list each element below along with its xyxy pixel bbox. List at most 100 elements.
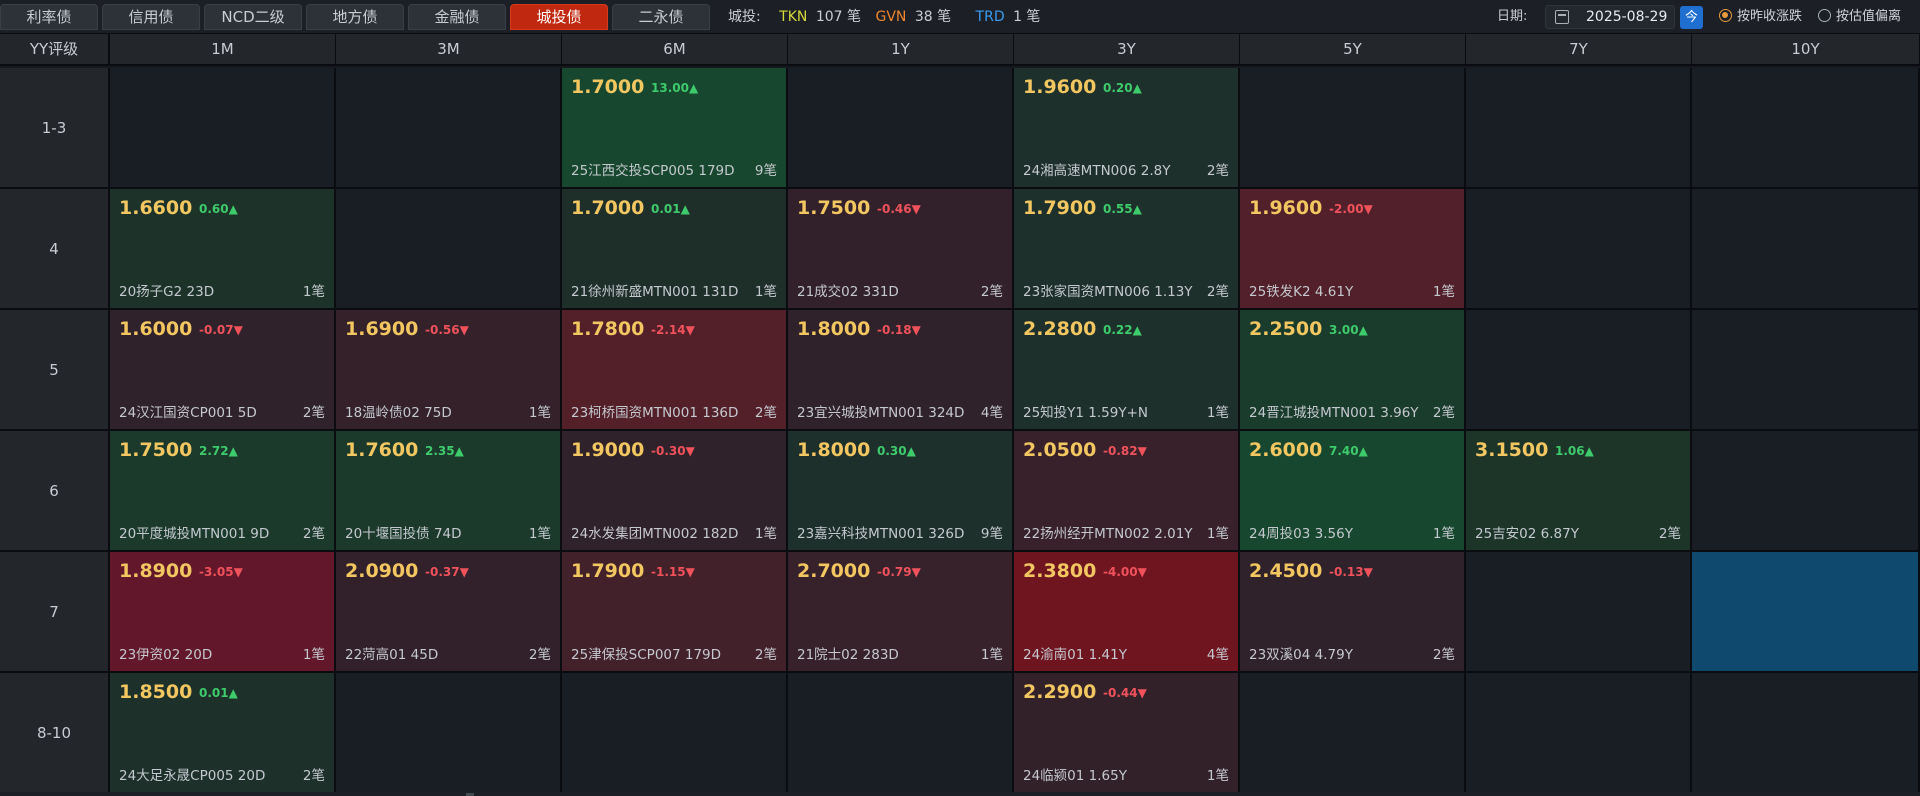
cell-bond-name: 24大足永晟CP005 20D [119,768,266,784]
matrix-cell[interactable] [788,673,1014,794]
cell-bond-name: 24周投03 3.56Y [1249,526,1353,542]
tab-0[interactable]: 利率债 [0,4,98,30]
matrix-cell[interactable]: 1.7900 -1.15▼ 25津保投SCP007 179D 2笔 [562,552,788,673]
matrix-cell[interactable] [1466,552,1692,673]
matrix-cell[interactable] [1692,189,1920,310]
matrix-cell[interactable]: 1.7500 2.72▲ 20平度城投MTN001 9D 2笔 [110,431,336,552]
matrix-cell[interactable]: 1.8900 -3.05▼ 23伊资02 20D 1笔 [110,552,336,673]
cell-change: -2.14▼ [651,323,695,337]
cell-yield: 1.7600 [345,439,419,461]
matrix-cell[interactable]: 1.7500 -0.46▼ 21成交02 331D 2笔 [788,189,1014,310]
matrix-cell[interactable]: 2.3800 -4.00▼ 24渝南01 1.41Y 4笔 [1014,552,1240,673]
matrix-cell[interactable] [336,189,562,310]
matrix-cell[interactable] [336,68,562,189]
matrix-cell[interactable]: 1.8000 0.30▲ 23嘉兴科技MTN001 326D 9笔 [788,431,1014,552]
matrix-cell[interactable]: 1.7600 2.35▲ 20十堰国投债 74D 1笔 [336,431,562,552]
tab-6[interactable]: 二永债 [612,4,710,30]
today-button[interactable]: 今 [1680,6,1703,29]
cell-bond-name: 21徐州新盛MTN001 131D [571,284,739,300]
radio-by-valuation[interactable]: 按估值偏离 [1818,0,1901,34]
matrix-cell[interactable] [1466,68,1692,189]
matrix-cell[interactable]: 1.7800 -2.14▼ 23柯桥国资MTN001 136D 2笔 [562,310,788,431]
matrix-cell[interactable]: 2.0500 -0.82▼ 22扬州经开MTN002 2.01Y 1笔 [1014,431,1240,552]
filter-tkn-code[interactable]: TKN [779,9,807,25]
matrix-cell[interactable]: 2.7000 -0.79▼ 21院士02 283D 1笔 [788,552,1014,673]
matrix-cell[interactable]: 1.6900 -0.56▼ 18温岭债02 75D 1笔 [336,310,562,431]
matrix-cell[interactable] [1466,310,1692,431]
matrix-cell[interactable] [1692,673,1920,794]
filter-trd-code[interactable]: TRD [976,9,1005,25]
date-picker[interactable]: 2025-08-29 [1545,5,1675,29]
matrix-cell[interactable] [562,673,788,794]
matrix-cell[interactable] [1692,68,1920,189]
cell-yield: 2.4500 [1249,560,1323,582]
matrix-cell[interactable]: 2.6000 7.40▲ 24周投03 3.56Y 1笔 [1240,431,1466,552]
matrix-cell[interactable]: 1.6600 0.60▲ 20扬子G2 23D 1笔 [110,189,336,310]
cell-bond-name: 24渝南01 1.41Y [1023,647,1127,663]
radio-by-prev-close[interactable]: 按昨收涨跌 [1719,0,1802,34]
matrix-cell[interactable]: 1.7000 0.01▲ 21徐州新盛MTN001 131D 1笔 [562,189,788,310]
matrix-cell[interactable]: 2.4500 -0.13▼ 23双溪04 4.79Y 2笔 [1240,552,1466,673]
cell-bond-name: 25江西交投SCP005 179D [571,163,735,179]
cell-yield: 1.8000 [797,439,871,461]
matrix-cell[interactable] [1692,431,1920,552]
horizontal-scrollbar[interactable] [0,792,1920,796]
matrix-cell[interactable]: 1.9600 -2.00▼ 25铁发K2 4.61Y 1笔 [1240,189,1466,310]
cell-change: -0.46▼ [877,202,921,216]
cell-change: -0.44▼ [1103,686,1147,700]
matrix-cell[interactable]: 2.0900 -0.37▼ 22菏高01 45D 2笔 [336,552,562,673]
cell-change: -0.30▼ [651,444,695,458]
matrix-cell[interactable]: 1.7900 0.55▲ 23张家国资MTN006 1.13Y 2笔 [1014,189,1240,310]
matrix-cell[interactable]: 2.2900 -0.44▼ 24临颍01 1.65Y 1笔 [1014,673,1240,794]
cell-bond-name: 23双溪04 4.79Y [1249,647,1353,663]
cell-trade-count: 2笔 [1206,284,1229,300]
tab-3[interactable]: 地方债 [306,4,404,30]
matrix-cell[interactable]: 1.9600 0.20▲ 24湘高速MTN006 2.8Y 2笔 [1014,68,1240,189]
cell-trade-count: 1笔 [754,526,777,542]
cell-yield: 3.1500 [1475,439,1549,461]
cell-trade-count: 2笔 [528,647,551,663]
matrix-cell[interactable] [1692,310,1920,431]
matrix-cell[interactable]: 1.9000 -0.30▼ 24水发集团MTN002 182D 1笔 [562,431,788,552]
matrix-cell[interactable]: 3.1500 1.06▲ 25吉安02 6.87Y 2笔 [1466,431,1692,552]
tab-4[interactable]: 金融债 [408,4,506,30]
matrix-cell[interactable]: 2.2500 3.00▲ 24晋江城投MTN001 3.96Y 2笔 [1240,310,1466,431]
filter-gvn-code[interactable]: GVN [875,9,906,25]
cell-trade-count: 2笔 [754,405,777,421]
corner-header: YY评级 [0,34,110,66]
cell-yield: 1.9000 [571,439,645,461]
tab-1[interactable]: 信用债 [102,4,200,30]
matrix-cell[interactable] [788,68,1014,189]
matrix-cell[interactable] [1240,68,1466,189]
cell-trade-count: 1笔 [754,284,777,300]
cell-bond-name: 20扬子G2 23D [119,284,215,300]
matrix-cell[interactable] [110,68,336,189]
cell-trade-count: 1笔 [302,647,325,663]
matrix-cell[interactable]: 1.8500 0.01▲ 24大足永晟CP005 20D 2笔 [110,673,336,794]
cell-yield: 1.9600 [1023,76,1097,98]
tab-2[interactable]: NCD二级 [204,4,302,30]
tab-5[interactable]: 城投债 [510,4,608,30]
cell-trade-count: 1笔 [528,526,551,542]
matrix-cell[interactable] [336,673,562,794]
cell-bond-name: 25津保投SCP007 179D [571,647,722,663]
matrix-cell[interactable] [1466,673,1692,794]
matrix-cell[interactable] [1240,673,1466,794]
matrix-cell[interactable]: 2.2800 0.22▲ 25知投Y1 1.59Y+N 1笔 [1014,310,1240,431]
cell-yield: 2.2500 [1249,318,1323,340]
cell-bond-name: 22扬州经开MTN002 2.01Y [1023,526,1193,542]
matrix-cell[interactable]: 1.6000 -0.07▼ 24汉江国资CP001 5D 2笔 [110,310,336,431]
cell-trade-count: 2笔 [302,526,325,542]
cell-change: 7.40▲ [1329,444,1368,458]
radio-label: 按昨收涨跌 [1737,9,1803,24]
matrix-cell[interactable] [1466,189,1692,310]
col-header-5Y: 5Y [1240,34,1466,66]
cell-change: -0.56▼ [425,323,469,337]
cell-yield: 1.8900 [119,560,193,582]
cell-bond-name: 22菏高01 45D [345,647,439,663]
matrix-cell[interactable] [1692,552,1920,673]
cell-trade-count: 2笔 [302,405,325,421]
matrix-cell[interactable]: 1.7000 13.00▲ 25江西交投SCP005 179D 9笔 [562,68,788,189]
matrix-cell[interactable]: 1.8000 -0.18▼ 23宜兴城投MTN001 324D 4笔 [788,310,1014,431]
cell-bond-name: 20十堰国投债 74D [345,526,462,542]
